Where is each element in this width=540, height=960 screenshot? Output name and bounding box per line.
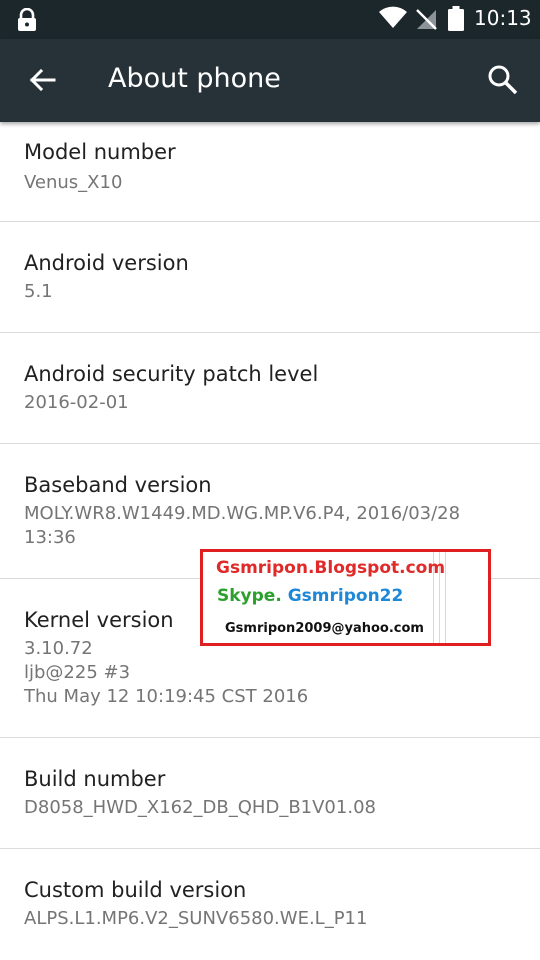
list-item-security-patch-level[interactable]: Android security patch level 2016-02-01	[0, 333, 540, 444]
battery-icon	[448, 6, 464, 31]
list-item-custom-build-version[interactable]: Custom build version ALPS.L1.MP6.V2_SUNV…	[0, 849, 540, 960]
item-label: Android security patch level	[24, 362, 319, 386]
item-value: MOLY.WR8.W1449.MD.WG.MP.V6.P4, 2016/03/2…	[24, 503, 461, 548]
item-value: 2016-02-01	[24, 392, 129, 413]
item-label: Android version	[24, 251, 189, 275]
no-signal-icon	[416, 9, 437, 30]
item-value: D8058_HWD_X162_DB_QHD_B1V01.08	[24, 797, 376, 818]
watermark-stripe	[445, 552, 446, 643]
item-label: Custom build version	[24, 878, 247, 902]
item-value: ALPS.L1.MP6.V2_SUNV6580.WE.L_P11	[24, 908, 368, 929]
watermark-skype: Skype. Gsmripon22	[217, 586, 403, 606]
watermark-blog: Gsmripon.Blogspot.com	[216, 558, 446, 578]
item-value: 5.1	[24, 281, 53, 302]
about-phone-list: Model number Venus_X10 Android version 5…	[0, 122, 540, 960]
item-value: 3.10.72 ljb@225 #3 Thu May 12 10:19:45 C…	[24, 638, 309, 707]
item-value: Venus_X10	[24, 172, 123, 193]
status-clock: 10:13	[474, 6, 532, 30]
watermark-email: Gsmripon2009@yahoo.com	[225, 621, 424, 636]
watermark-skype-id: Gsmripon22	[287, 586, 404, 606]
item-label: Baseband version	[24, 473, 212, 497]
watermark-box: Gsmripon.Blogspot.com Skype. Gsmripon22 …	[200, 549, 491, 646]
arrow-back-icon[interactable]	[26, 64, 58, 96]
lock-icon	[18, 8, 36, 31]
item-label: Model number	[24, 140, 176, 164]
list-item-build-number[interactable]: Build number D8058_HWD_X162_DB_QHD_B1V01…	[0, 738, 540, 849]
search-icon[interactable]	[486, 63, 520, 97]
wifi-icon	[379, 6, 407, 28]
status-bar: 10:13	[0, 0, 540, 39]
app-bar: About phone	[0, 39, 540, 122]
watermark-skype-prefix: Skype.	[217, 586, 288, 606]
page-title: About phone	[108, 63, 281, 94]
list-item-model-number[interactable]: Model number Venus_X10	[0, 122, 540, 222]
item-label: Build number	[24, 767, 166, 791]
list-item-android-version[interactable]: Android version 5.1	[0, 222, 540, 333]
